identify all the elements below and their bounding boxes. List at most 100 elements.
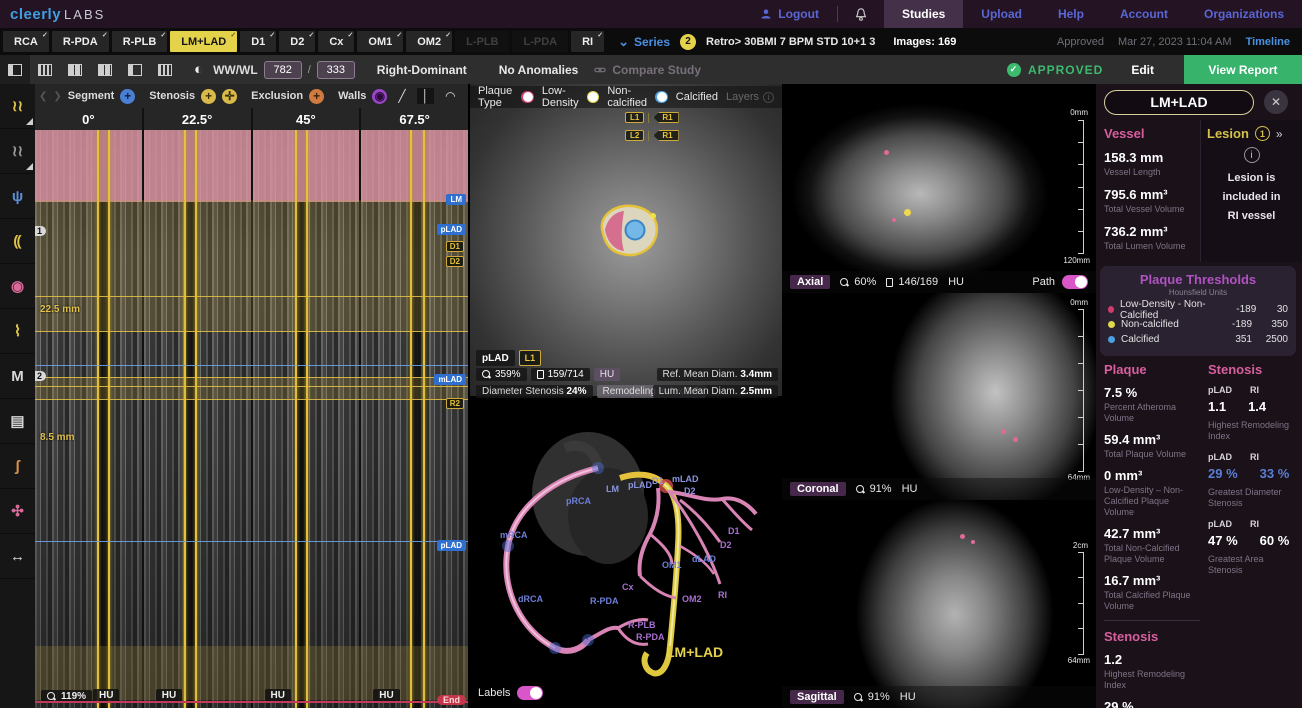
angle-67[interactable]: 67.5° [361, 108, 468, 130]
nav-item-organizations[interactable]: Organizations [1186, 0, 1302, 28]
tree-label-plad[interactable]: pLAD [628, 480, 652, 490]
wl-input[interactable]: 333 [317, 61, 355, 79]
axial-hu[interactable]: HU [948, 276, 964, 288]
vessel-tree-tool[interactable]: ψ [0, 174, 35, 219]
layout-grid-button[interactable] [150, 55, 180, 84]
vessel-title-pill[interactable]: LM+LAD [1104, 90, 1254, 115]
layers-menu[interactable]: Layersi [726, 91, 774, 103]
branch-tag-d1[interactable]: D1 [446, 241, 464, 252]
tree-label-lm-lad-main[interactable]: LM+LAD [666, 644, 723, 660]
tree-label-om2[interactable]: OM2 [682, 594, 702, 604]
tree-label-om1[interactable]: OM1 [662, 560, 682, 570]
path-toggle[interactable] [1062, 275, 1088, 289]
vessel-tab-om1[interactable]: OM1✓ [357, 31, 403, 52]
lesion-row-l1[interactable]: L1 R1 [625, 112, 679, 123]
axial-view[interactable]: 0mm 120mm Axial 60% 146/169 HU Path [782, 86, 1096, 293]
lumen-contour-line[interactable] [184, 130, 186, 708]
nav-item-account[interactable]: Account [1102, 0, 1186, 28]
view-report-button[interactable]: View Report [1184, 55, 1302, 84]
notifications-button[interactable] [838, 0, 884, 28]
edit-button[interactable]: Edit [1131, 63, 1154, 77]
crosshair-tool[interactable]: ✣ [0, 489, 35, 534]
add-stenosis-button[interactable]: + [201, 89, 216, 104]
tree-label-drca[interactable]: dRCA [518, 594, 543, 604]
curve-tool-icon[interactable]: ╱ [393, 88, 410, 104]
vessel-tab-r-plb[interactable]: R-PLB✓ [112, 31, 168, 52]
tree-label-prca[interactable]: pRCA [566, 496, 591, 506]
straightened-vessel-tool[interactable]: ≀≀ [0, 84, 35, 129]
vessel-tab-cx[interactable]: Cx✓ [318, 31, 354, 52]
cross-section-tool[interactable]: ◉ [0, 264, 35, 309]
angle-0[interactable]: 0° [35, 108, 142, 130]
vessel-walls-tool[interactable]: ⸨ [0, 219, 35, 264]
non-calcified-toggle[interactable] [587, 91, 600, 103]
lumen-contour-line[interactable] [306, 130, 308, 708]
bookmark-tool[interactable]: M [0, 354, 35, 399]
axial-frame[interactable]: 146/169 [886, 276, 938, 288]
timeline-link[interactable]: Timeline [1246, 36, 1290, 48]
tree-label-rpda[interactable]: R-PDA [590, 596, 619, 606]
lumen-contour-line[interactable] [295, 130, 297, 708]
lumen-contour-line[interactable] [410, 130, 412, 708]
tree-label-d1-distal[interactable]: D1 [728, 526, 740, 536]
mpr-panel-0deg[interactable]: 119% HU [35, 130, 142, 708]
zoom-chip[interactable]: 359% [476, 368, 527, 381]
branch-badge-plad-2[interactable]: pLAD [437, 540, 466, 551]
edit-stenosis-button[interactable]: ✛ [222, 89, 237, 104]
vessel-tab-rca[interactable]: RCA✓ [3, 31, 49, 52]
layout-single-button[interactable] [0, 55, 30, 84]
tree-label-lm[interactable]: LM [606, 484, 619, 494]
tree-label-d2-distal[interactable]: D2 [720, 540, 732, 550]
vessel-tab-d1[interactable]: D1✓ [240, 31, 276, 52]
vessel-tab-d2[interactable]: D2✓ [279, 31, 315, 52]
add-segment-button[interactable]: + [120, 89, 135, 104]
coronal-hu[interactable]: HU [902, 483, 918, 495]
close-icon[interactable]: ✕ [1264, 90, 1288, 114]
layout-split-button[interactable] [60, 55, 90, 84]
lumen-contour-line[interactable] [97, 130, 99, 708]
sagittal-view[interactable]: 2cm 64mm Sagittal 91% HU [782, 500, 1096, 708]
mpr-panel-22deg[interactable]: HU [144, 130, 251, 708]
branch-badge-lm[interactable]: LM [446, 194, 466, 205]
tree-label-dlad[interactable]: dLAD [692, 554, 716, 564]
ww-input[interactable]: 782 [264, 61, 302, 79]
vessel-cross-section-contour[interactable] [582, 194, 672, 274]
tree-label-d2[interactable]: D2 [684, 486, 696, 496]
centerline-tool[interactable]: ⌇ [0, 309, 35, 354]
lesion-marker-2[interactable]: 2 [35, 371, 46, 381]
measure-tool[interactable]: ↔ [0, 534, 35, 579]
vessel-tab-om2[interactable]: OM2✓ [406, 31, 452, 52]
add-exclusion-button[interactable]: + [309, 89, 324, 104]
calcified-toggle[interactable] [655, 91, 668, 103]
hu-chip[interactable]: HU [594, 368, 620, 381]
branch-tag-d2[interactable]: D2 [446, 256, 464, 267]
nav-item-studies[interactable]: Studies [884, 0, 963, 28]
branch-tag-r2[interactable]: R2 [446, 398, 464, 409]
lumen-contour-line[interactable] [423, 130, 425, 708]
film-strip-tool[interactable]: ▤ [0, 399, 35, 444]
expand-icon[interactable]: » [1276, 127, 1283, 141]
vessel-tab-ri[interactable]: RI✓ [571, 31, 604, 52]
sagittal-hu[interactable]: HU [900, 691, 916, 703]
nav-item-help[interactable]: Help [1040, 0, 1102, 28]
vessel-badge[interactable]: pLAD [476, 350, 515, 366]
walls-button[interactable]: ◉ [372, 89, 387, 104]
lesion-marker-1[interactable]: 1 [35, 226, 46, 236]
lumen-contour-line[interactable] [108, 130, 110, 708]
low-density-toggle[interactable] [521, 91, 534, 103]
tree-label-mrca[interactable]: mRCA [500, 530, 528, 540]
coronal-view[interactable]: 0mm 64mm Coronal 91% HU [782, 293, 1096, 500]
coronal-zoom[interactable]: 91% [856, 483, 892, 495]
nav-item-upload[interactable]: Upload [963, 0, 1040, 28]
labels-toggle[interactable] [517, 686, 543, 700]
lesion-badge[interactable]: L1 [519, 350, 542, 366]
axial-zoom[interactable]: 60% [840, 276, 876, 288]
contrast-icon[interactable]: ◐ [194, 61, 203, 78]
branch-badge-plad[interactable]: pLAD [437, 224, 466, 235]
layout-dual-button[interactable] [120, 55, 150, 84]
vessel-tab-lm-lad-selected[interactable]: LM+LAD✓ [170, 31, 237, 52]
segment-tool[interactable]: ʃ [0, 444, 35, 489]
lesion-row-l2[interactable]: L2 R1 [625, 130, 679, 141]
tree-label-ri[interactable]: RI [718, 590, 727, 600]
branch-badge-mlad[interactable]: mLAD [434, 374, 466, 385]
